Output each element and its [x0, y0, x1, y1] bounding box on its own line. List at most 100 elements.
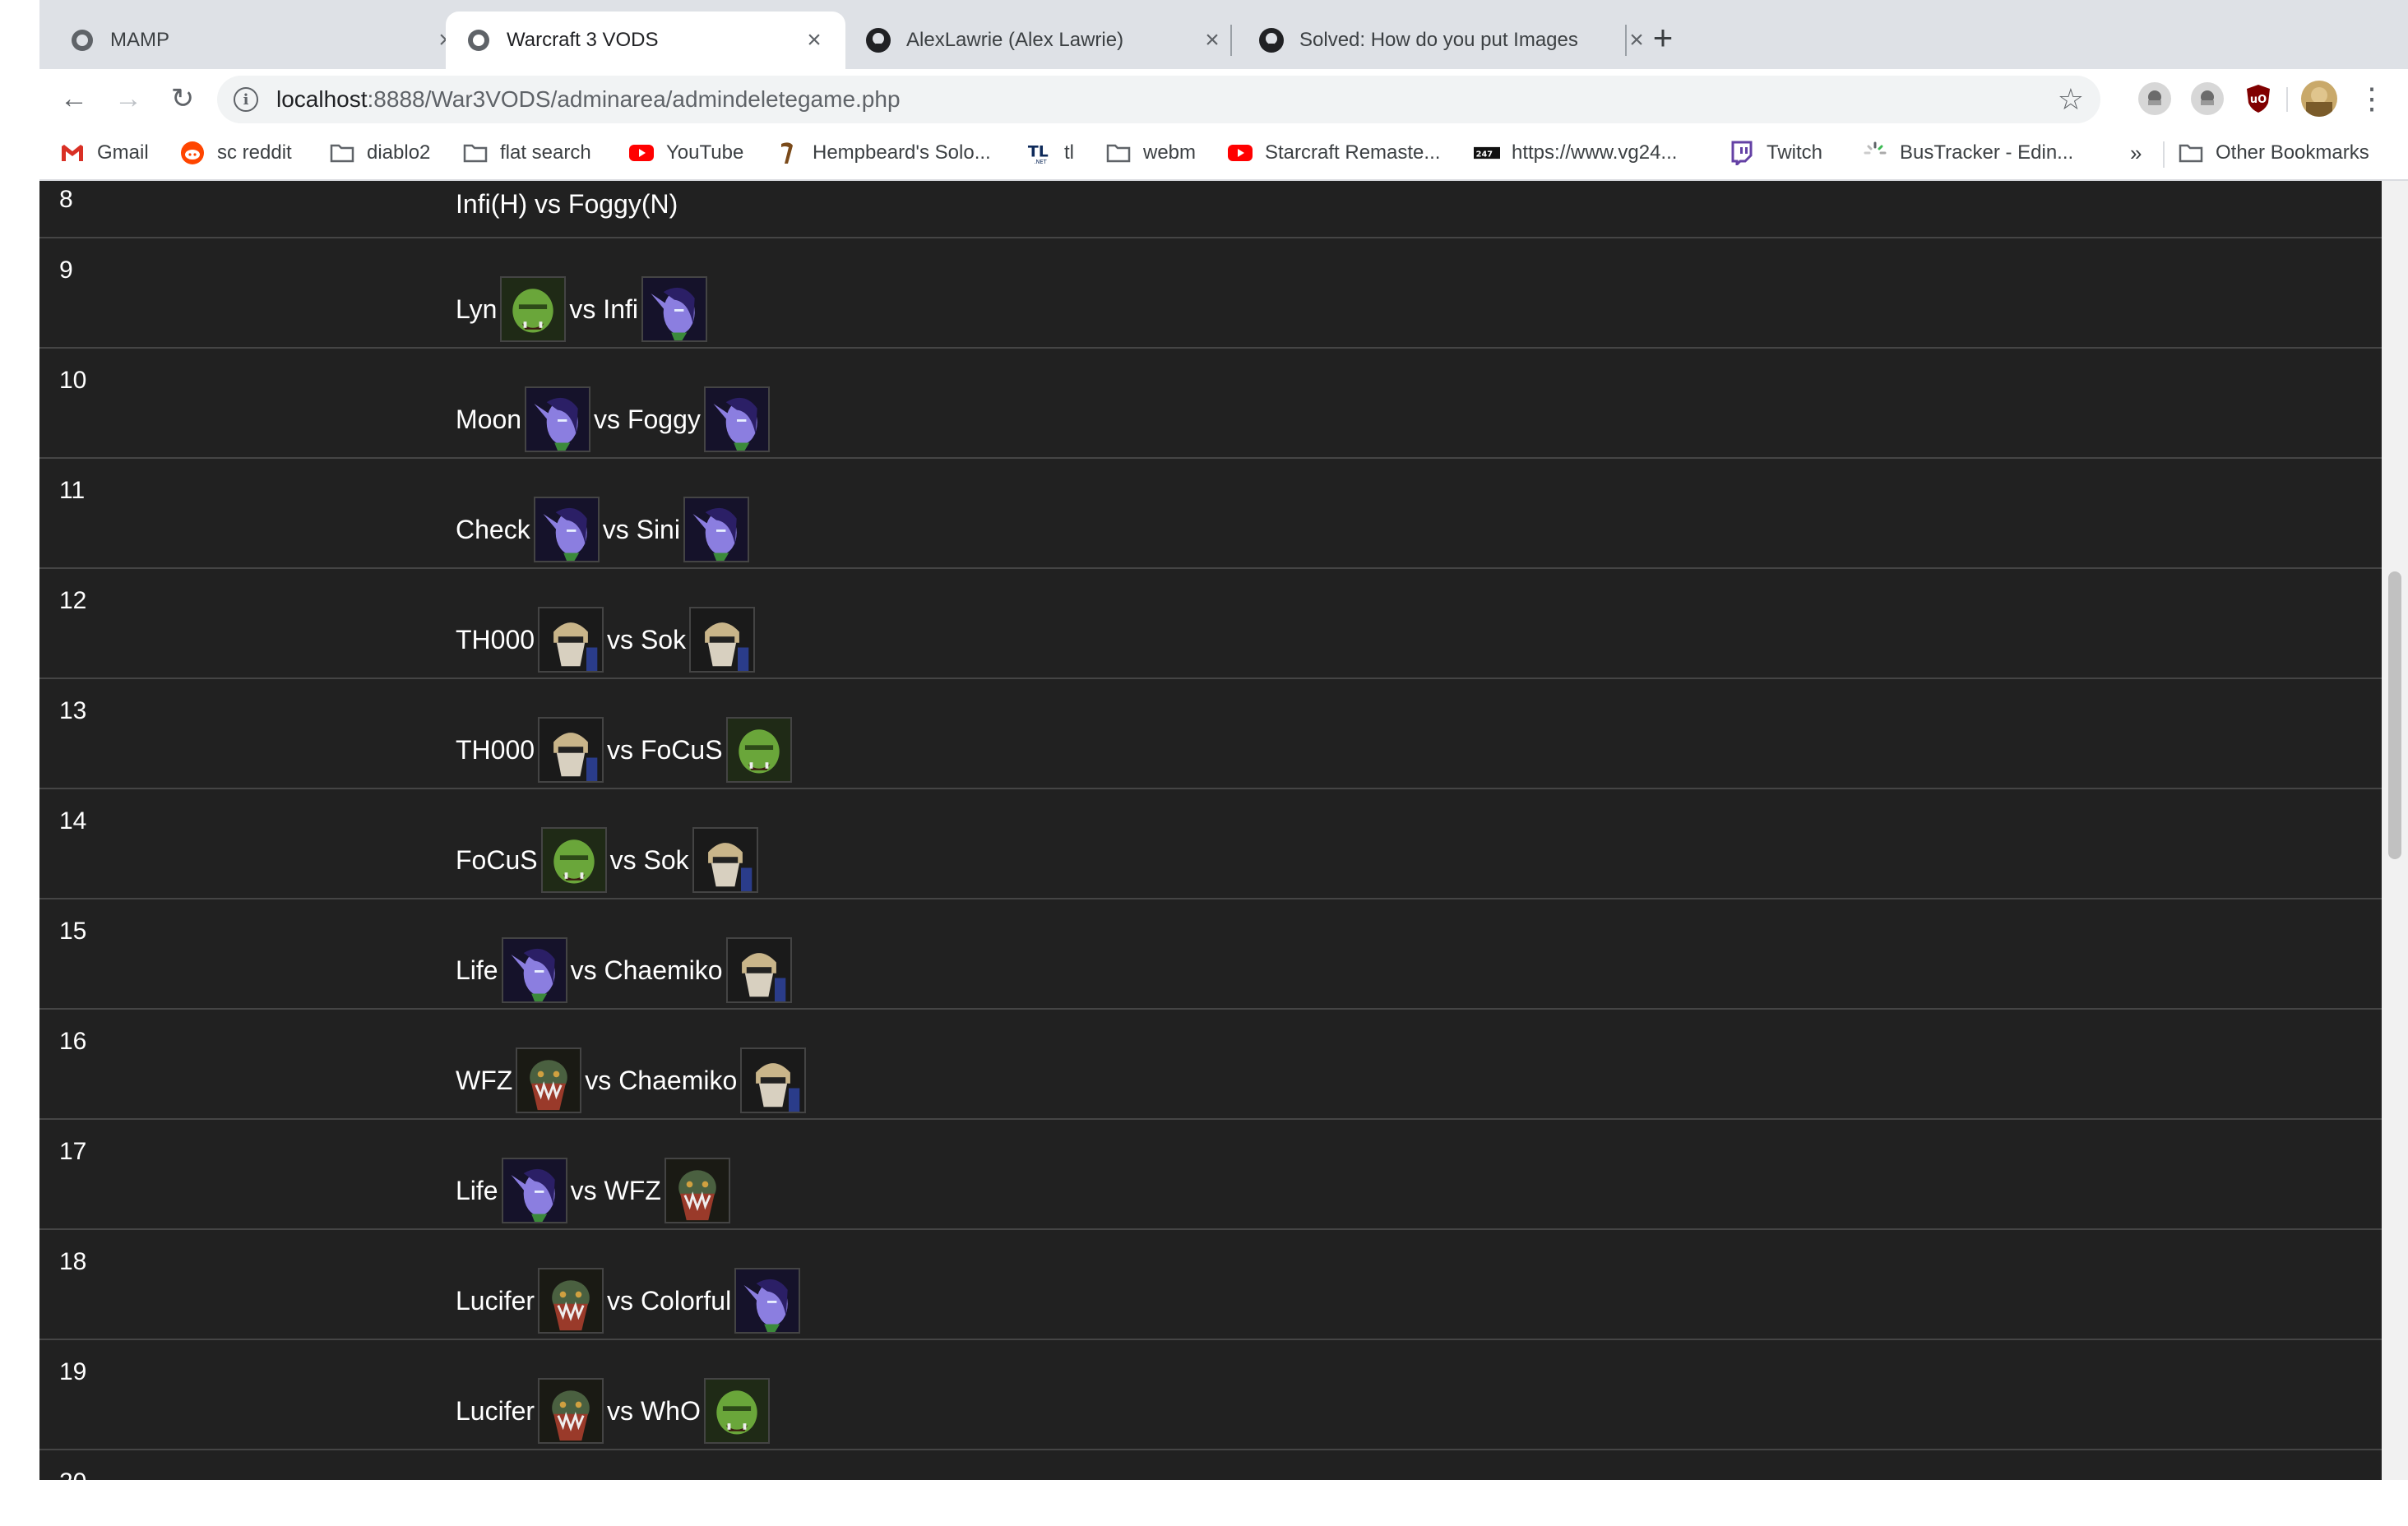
matchup: Infi(H) vs Foggy(N): [456, 187, 678, 220]
table-row[interactable]: 18 Lucifer vs Colorful: [39, 1230, 2382, 1340]
folder-icon: [329, 140, 355, 166]
bookmark-starcraft[interactable]: Starcraft Remaste...: [1227, 136, 1440, 169]
extension-icon[interactable]: [2191, 82, 2224, 115]
profile-avatar[interactable]: [2301, 81, 2337, 117]
scrollbar-thumb[interactable]: [2388, 571, 2401, 859]
opponent-name: vs Chaemiko: [570, 955, 723, 985]
opponent-name: vs Sok: [609, 844, 689, 875]
browser-toolbar: ← → ↻ i localhost:8888/War3VODS/adminare…: [39, 69, 2408, 128]
bookmarks-overflow-button[interactable]: »: [2130, 136, 2142, 169]
youtube-icon: [1227, 140, 1253, 166]
human-race-icon: [538, 717, 604, 783]
address-bar[interactable]: i localhost:8888/War3VODS/adminarea/admi…: [217, 76, 2100, 123]
bookmark-label: Starcraft Remaste...: [1265, 141, 1441, 164]
extension-icon[interactable]: [2138, 82, 2171, 115]
opponent-name: vs Chaemiko: [585, 1065, 738, 1095]
table-row[interactable]: 17 Life vs WFZ: [39, 1120, 2382, 1230]
folder-icon: [462, 140, 489, 166]
game-number: 10: [59, 367, 87, 394]
tab-warcraft-vods[interactable]: Warcraft 3 VODS ×: [446, 12, 845, 69]
table-row[interactable]: 8 Infi(H) vs Foggy(N): [39, 181, 2382, 238]
orc-race-icon: [703, 1378, 770, 1444]
game-number: 17: [59, 1138, 87, 1165]
game-number: 15: [59, 918, 87, 945]
game-number: 20: [59, 1468, 86, 1480]
bookmark-webm[interactable]: webm: [1105, 136, 1196, 169]
youtube-icon: [628, 140, 655, 166]
player-one-name: TH000: [456, 624, 535, 654]
forward-arrow-icon[interactable]: →: [107, 77, 150, 120]
matchup: TH000 vs FoCuS: [456, 715, 795, 784]
player-one-name: Lucifer: [456, 1285, 535, 1316]
bookmark-diablo2[interactable]: diablo2: [329, 136, 430, 169]
browser-window: MAMP × Warcraft 3 VODS × AlexLawrie (Ale…: [39, 0, 2408, 1480]
bookmark-twitch[interactable]: Twitch: [1729, 136, 1822, 169]
tab-solved[interactable]: Solved: How do you put Images ×: [1239, 12, 1668, 69]
github-icon: [1258, 27, 1285, 53]
hempbeard-icon: [775, 140, 801, 166]
player-one-name: WFZ: [456, 1065, 513, 1095]
game-number: 14: [59, 807, 87, 835]
nightelf-race-icon: [501, 937, 567, 1003]
matchup: Life vs WFZ: [456, 1156, 734, 1225]
scrollbar[interactable]: [2382, 181, 2408, 1480]
bookmark-youtube[interactable]: YouTube: [628, 136, 743, 169]
bookmark-bustracker[interactable]: BusTracker - Edin...: [1862, 136, 2073, 169]
bookmark-hempbeard[interactable]: Hempbeard's Solo...: [775, 136, 991, 169]
human-race-icon: [725, 937, 792, 1003]
opponent-name: vs WhO: [607, 1395, 701, 1426]
tab-alexlawrie[interactable]: AlexLawrie (Alex Lawrie) ×: [845, 12, 1243, 69]
bookmark-vg247[interactable]: 247 https://www.vg24...: [1474, 136, 1677, 169]
table-row[interactable]: 10 Moon vs Foggy: [39, 349, 2382, 459]
games-table: 8 Infi(H) vs Foggy(N) 9 Lyn vs Infi 10 Moon vs …: [39, 181, 2382, 1480]
opponent-name: vs Colorful: [607, 1285, 732, 1316]
loading-icon: [1862, 140, 1888, 166]
tab-title: AlexLawrie (Alex Lawrie): [906, 29, 1124, 51]
svg-text:247: 247: [1476, 150, 1493, 159]
tab-mamp[interactable]: MAMP ×: [49, 12, 477, 69]
ublock-shield-icon[interactable]: uO: [2242, 82, 2275, 115]
menu-kebab-icon[interactable]: ⋮: [2350, 77, 2393, 120]
reload-icon[interactable]: ↻: [161, 77, 204, 120]
bookmark-gmail[interactable]: Gmail: [59, 136, 149, 169]
table-row[interactable]: 9 Lyn vs Infi: [39, 238, 2382, 349]
bookmark-label: Twitch: [1767, 141, 1823, 164]
tab-title: Warcraft 3 VODS: [507, 29, 659, 51]
close-icon[interactable]: ×: [803, 26, 826, 53]
back-arrow-icon[interactable]: ←: [53, 77, 95, 120]
tab-separator: [1230, 25, 1232, 56]
matchup: WFZ vs Chaemiko: [456, 1046, 809, 1115]
player-one-name: TH000: [456, 734, 535, 765]
bookmark-other[interactable]: Other Bookmarks: [2178, 136, 2369, 169]
table-row[interactable]: 16 WFZ vs Chaemiko: [39, 1010, 2382, 1120]
toolbar-divider: [2286, 87, 2288, 112]
bookmark-label: Gmail: [97, 141, 149, 164]
bookmark-star-icon[interactable]: ☆: [2058, 82, 2084, 117]
nightelf-race-icon: [683, 497, 749, 562]
nightelf-race-icon: [641, 276, 707, 342]
folder-icon: [2178, 140, 2204, 166]
table-row[interactable]: 11 Check vs Sini: [39, 459, 2382, 569]
orc-race-icon: [540, 827, 607, 893]
table-row[interactable]: 20: [39, 1450, 2382, 1480]
reddit-icon: [179, 140, 206, 166]
table-row[interactable]: 14 FoCuS vs Sok: [39, 789, 2382, 899]
bookmark-label: Hempbeard's Solo...: [813, 141, 991, 164]
bookmark-sc-reddit[interactable]: sc reddit: [179, 136, 292, 169]
game-number: 18: [59, 1248, 87, 1275]
table-row[interactable]: 12 TH000 vs Sok: [39, 569, 2382, 679]
human-race-icon: [538, 607, 604, 673]
bookmark-tl[interactable]: TL .NET tl: [1026, 136, 1074, 169]
opponent-name: vs Sok: [607, 624, 687, 654]
undead-race-icon: [538, 1378, 604, 1444]
info-icon[interactable]: i: [234, 87, 258, 112]
table-row[interactable]: 19 Lucifer vs WhO: [39, 1340, 2382, 1450]
bookmark-label: https://www.vg24...: [1512, 141, 1678, 164]
close-icon[interactable]: ×: [1201, 26, 1224, 53]
table-row[interactable]: 15 Life vs Chaemiko: [39, 899, 2382, 1010]
table-row[interactable]: 13 TH000 vs FoCuS: [39, 679, 2382, 789]
game-number: 11: [59, 477, 86, 504]
human-race-icon: [740, 1047, 807, 1113]
new-tab-button[interactable]: +: [1642, 16, 1684, 59]
bookmark-flat-search[interactable]: flat search: [462, 136, 591, 169]
